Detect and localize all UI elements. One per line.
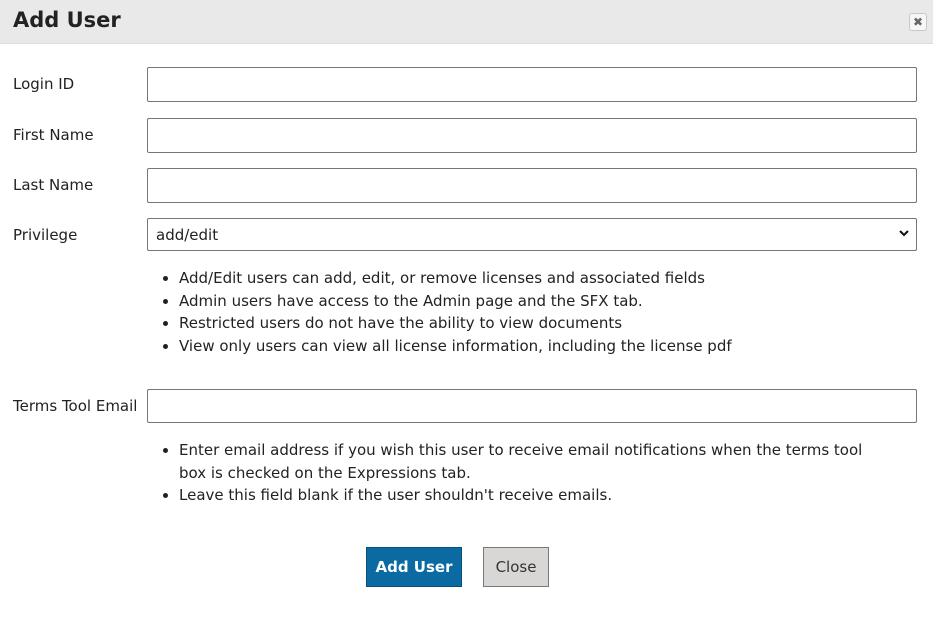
last-name-input[interactable] xyxy=(147,168,917,203)
terms-tool-email-input[interactable] xyxy=(147,389,917,423)
last-name-label: Last Name xyxy=(13,176,94,194)
privilege-label: Privilege xyxy=(13,226,78,244)
add-user-button[interactable]: Add User xyxy=(366,547,462,587)
privilege-selected-value: add/edit xyxy=(156,226,219,244)
list-item: View only users can view all license inf… xyxy=(179,335,899,358)
list-item: Add/Edit users can add, edit, or remove … xyxy=(179,267,899,290)
privilege-select[interactable]: add/edit xyxy=(147,218,917,251)
terms-tool-email-label: Terms Tool Email xyxy=(13,397,138,415)
login-id-input[interactable] xyxy=(147,67,917,102)
login-id-label: Login ID xyxy=(13,75,75,93)
list-item: Admin users have access to the Admin pag… xyxy=(179,290,899,313)
privilege-notes-list: Add/Edit users can add, edit, or remove … xyxy=(160,267,899,358)
chevron-down-icon xyxy=(899,230,909,237)
list-item: Restricted users do not have the ability… xyxy=(179,312,899,335)
dialog-titlebar: Add User ✖ xyxy=(0,0,933,44)
close-icon[interactable]: ✖ xyxy=(909,13,927,31)
close-button[interactable]: Close xyxy=(483,547,549,587)
dialog-title: Add User xyxy=(13,8,121,32)
first-name-input[interactable] xyxy=(147,118,917,153)
add-user-dialog: Add User ✖ Login ID First Name Last Name… xyxy=(0,0,936,620)
list-item: Enter email address if you wish this use… xyxy=(179,439,879,484)
first-name-label: First Name xyxy=(13,126,94,144)
email-notes-list: Enter email address if you wish this use… xyxy=(160,439,879,507)
list-item: Leave this field blank if the user shoul… xyxy=(179,484,879,507)
